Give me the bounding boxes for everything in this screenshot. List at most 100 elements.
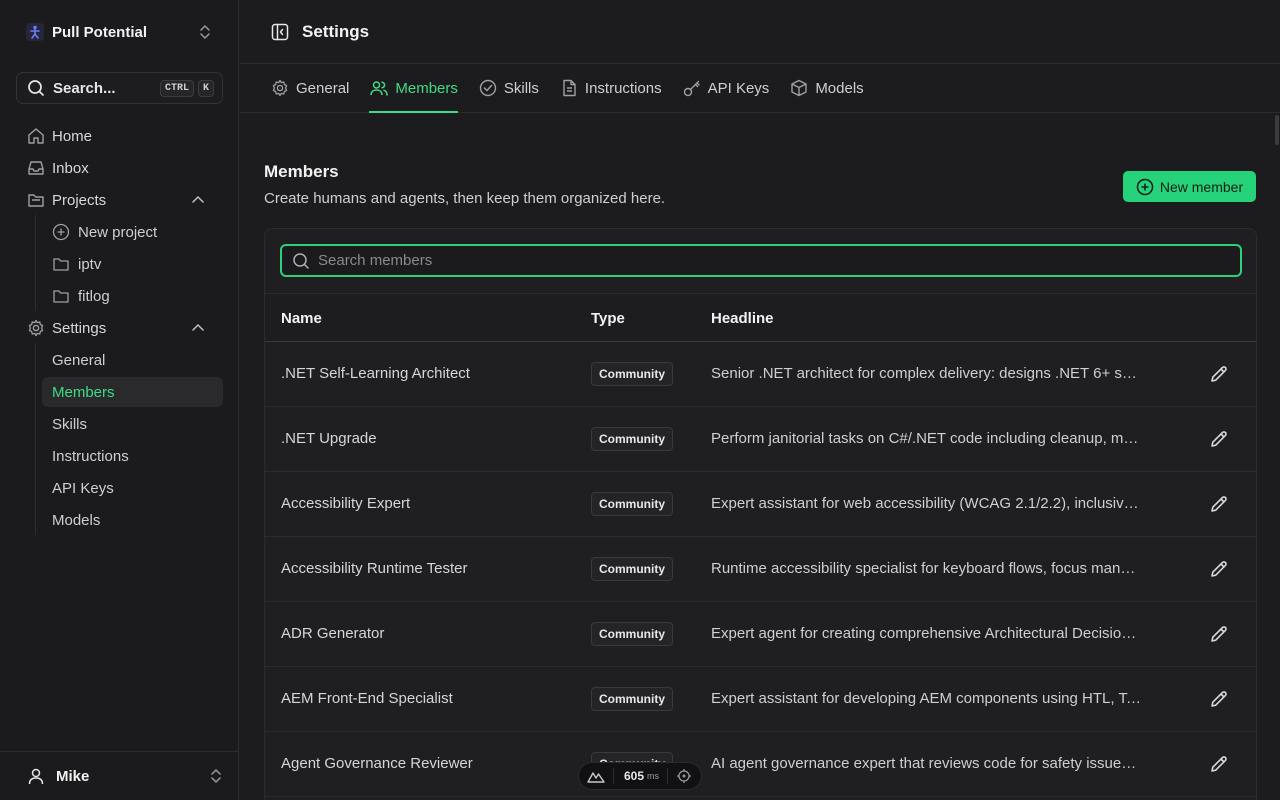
key-icon xyxy=(683,80,700,97)
devtools-pill[interactable]: 605 ms xyxy=(578,762,702,790)
crosshair-icon[interactable] xyxy=(676,768,692,784)
nav-settings[interactable]: Settings xyxy=(16,313,223,343)
global-search[interactable]: Search... CTRL K xyxy=(16,72,223,104)
user-menu[interactable]: Mike xyxy=(0,751,239,800)
settings-item-skills[interactable]: Skills xyxy=(42,409,223,439)
settings-item-models[interactable]: Models xyxy=(42,505,223,535)
divider xyxy=(667,768,669,784)
type-badge: Community xyxy=(591,492,673,516)
member-headline: Senior .NET architect for complex delive… xyxy=(711,365,1141,382)
timing-unit: ms xyxy=(647,771,660,781)
search-icon xyxy=(28,80,44,96)
plus-circle-icon xyxy=(1136,178,1154,195)
settings-item-general[interactable]: General xyxy=(42,345,223,375)
sidebar-toggle-icon[interactable] xyxy=(270,22,290,42)
member-name: ADR Generator xyxy=(281,625,385,642)
type-badge: Community xyxy=(591,427,673,451)
new-project-label: New project xyxy=(78,223,158,241)
divider xyxy=(613,768,614,784)
settings-item-members[interactable]: Members xyxy=(42,377,223,407)
nav-projects-label: Projects xyxy=(52,191,107,209)
tab-models[interactable]: Models xyxy=(789,64,864,112)
table-header: Name Type Headline xyxy=(265,293,1256,342)
pencil-icon[interactable] xyxy=(1208,428,1230,450)
chevron-up-icon[interactable] xyxy=(191,321,205,335)
column-type[interactable]: Type xyxy=(591,310,625,327)
table-row[interactable]: AEM Front-End Specialist Community Exper… xyxy=(265,667,1256,732)
type-badge: Community xyxy=(591,622,673,646)
type-badge: Community xyxy=(591,557,673,581)
table-row[interactable]: .NET Upgrade Community Perform janitoria… xyxy=(265,407,1256,472)
project-label: iptv xyxy=(78,255,102,273)
type-badge: Community xyxy=(591,362,673,386)
member-headline: Expert agent for creating comprehensive … xyxy=(711,625,1141,642)
tab-general[interactable]: General xyxy=(270,64,349,112)
type-badge: Community xyxy=(591,687,673,711)
tab-label: Models xyxy=(815,79,864,97)
tab-api-keys[interactable]: API Keys xyxy=(682,64,769,112)
project-item[interactable]: fitlog xyxy=(42,281,223,311)
nav-settings-label: Settings xyxy=(52,319,107,337)
member-search-input[interactable] xyxy=(318,246,1240,275)
column-headline[interactable]: Headline xyxy=(711,310,774,327)
top-bar: Settings xyxy=(240,0,1280,64)
table-row[interactable]: ADR Generator Community Expert agent for… xyxy=(265,602,1256,667)
table-row[interactable]: Accessibility Runtime Tester Community R… xyxy=(265,537,1256,602)
pencil-icon[interactable] xyxy=(1208,688,1230,710)
settings-item-label: Models xyxy=(52,511,101,529)
settings-item-label: Instructions xyxy=(52,447,129,465)
tab-skills[interactable]: Skills xyxy=(478,64,539,112)
pencil-icon[interactable] xyxy=(1208,558,1230,580)
nav-inbox[interactable]: Inbox xyxy=(16,153,223,183)
nav-inbox-label: Inbox xyxy=(52,159,89,177)
column-name[interactable]: Name xyxy=(281,310,322,327)
settings-item-label: Skills xyxy=(52,415,88,433)
pencil-icon[interactable] xyxy=(1208,753,1230,775)
inbox-icon xyxy=(28,161,44,175)
document-icon xyxy=(563,79,576,97)
tab-instructions[interactable]: Instructions xyxy=(559,64,662,112)
table-row[interactable]: .NET Self-Learning Architect Community S… xyxy=(265,342,1256,407)
settings-item-api-keys[interactable]: API Keys xyxy=(42,473,223,503)
scrollbar[interactable] xyxy=(1274,113,1280,800)
settings-item-label: General xyxy=(52,351,106,369)
member-name: Agent Governance Reviewer xyxy=(281,755,473,772)
settings-tabs: General Members Skills Instructions API … xyxy=(240,64,1280,113)
member-name: .NET Self-Learning Architect xyxy=(281,365,470,382)
tab-label: General xyxy=(296,79,350,97)
new-member-button[interactable]: New member xyxy=(1123,171,1256,202)
pencil-icon[interactable] xyxy=(1208,493,1230,515)
folders-icon xyxy=(28,194,44,207)
new-project-button[interactable]: New project xyxy=(42,217,223,247)
chevron-updown-icon xyxy=(211,769,221,783)
section-title: Members xyxy=(264,162,339,181)
member-headline: Runtime accessibility specialist for key… xyxy=(711,560,1141,577)
member-headline: Perform janitorial tasks on C#/.NET code… xyxy=(711,430,1141,447)
member-headline: AI agent governance expert that reviews … xyxy=(711,755,1141,772)
section-description: Create humans and agents, then keep them… xyxy=(264,190,666,207)
chevron-up-icon[interactable] xyxy=(191,193,205,207)
folder-icon xyxy=(53,290,69,303)
table-row[interactable]: Agent Governance Reviewer Community AI a… xyxy=(265,732,1256,797)
table-row[interactable]: Accessibility Expert Community Expert as… xyxy=(265,472,1256,537)
mountain-logo-icon xyxy=(587,772,605,783)
nav-projects[interactable]: Projects xyxy=(16,185,223,215)
workspace-name: Pull Potential xyxy=(52,23,148,41)
pencil-icon[interactable] xyxy=(1208,623,1230,645)
workspace-switcher[interactable]: Pull Potential xyxy=(16,14,222,50)
settings-item-label: API Keys xyxy=(52,479,114,497)
pencil-icon[interactable] xyxy=(1208,363,1230,385)
gear-icon xyxy=(28,319,44,337)
settings-item-instructions[interactable]: Instructions xyxy=(42,441,223,471)
nav-home[interactable]: Home xyxy=(16,121,223,151)
member-name: Accessibility Expert xyxy=(281,495,411,512)
check-circle-icon xyxy=(479,79,497,97)
member-search[interactable] xyxy=(280,244,1242,277)
tab-members[interactable]: Members xyxy=(369,64,458,113)
scrollbar-thumb[interactable] xyxy=(1275,115,1279,145)
project-item[interactable]: iptv xyxy=(42,249,223,279)
home-icon xyxy=(28,128,44,144)
tree-line xyxy=(35,343,36,535)
workspace-logo-icon xyxy=(26,23,44,41)
page-title: Settings xyxy=(302,21,370,41)
